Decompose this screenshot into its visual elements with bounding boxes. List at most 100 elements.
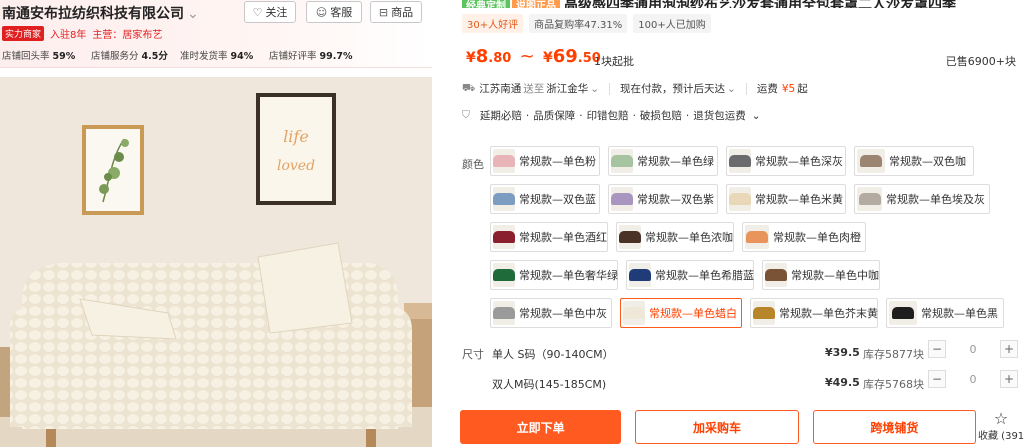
color-option[interactable]: 常规款—单色酒红 [490,222,608,252]
service-item: 品质保障 [533,110,576,122]
cross-border-button[interactable]: 跨境铺货 [812,410,976,444]
title-text: 高级感四季通用泡泡纱布艺沙发套通用全包套罩二人沙发罩四季 [564,0,956,8]
color-option-label: 常规款—单色埃及灰 [886,193,985,206]
quantity-value[interactable]: 0 [946,343,1000,356]
quantity-value[interactable]: 0 [946,373,1000,386]
tag-reviews: 30+人好评 [462,14,524,33]
color-swatch [493,301,515,325]
chevron-down-icon[interactable]: ⌄ [187,6,199,22]
chevron-down-icon[interactable]: ⌄ [752,110,761,122]
color-option[interactable]: 常规款—单色黑 [886,298,1004,328]
color-option[interactable]: 常规款—单色绿 [608,146,718,176]
add-to-cart-button[interactable]: 加采购车 [635,410,799,444]
color-option-label: 常规款—单色蜡白 [649,307,737,320]
color-option-label: 常规款—单色希腊蓝 [655,269,754,282]
plus-button[interactable]: + [1000,340,1018,358]
size-name: 单人 S码（90-140CM） [492,348,614,361]
quantity-stepper[interactable]: − 0 + [928,370,1018,388]
price-range: ¥8.80 ~ ¥69.50 [466,46,601,67]
size-stock: 库存5768块 [863,378,924,391]
customer-service-button[interactable]: ☺ 客服 [306,1,362,23]
products-label: 商品 [391,6,414,19]
color-swatch [729,187,751,211]
size-price: ¥39.5 [825,346,860,359]
svg-text:life: life [283,127,309,146]
tag-repurchase: 商品复购率47.31% [529,14,628,33]
chevron-down-icon[interactable]: ⌄ [727,83,736,95]
shop-name-text[interactable]: 南通安布拉纺织科技有限公司 [2,6,184,22]
size-row: 双人M码(145-185CM) ¥49.5 库存5768块 − 0 + [460,370,1020,398]
stat-ontime: 准时发货率 94% [180,51,254,62]
color-swatch [623,301,645,325]
stat-repurchase: 店铺回头率 59% [2,51,76,62]
store-icon: ⊟ [378,5,389,19]
color-swatch [493,149,515,173]
color-option-label: 常规款—单色绿 [637,155,714,168]
favorite-count: 收藏 (391 [978,431,1024,442]
color-option[interactable]: 常规款—双色蓝 [490,184,600,214]
sofa-shape [10,242,412,447]
size-stock: 库存5877块 [863,348,924,361]
color-option[interactable]: 常规款—单色奢华绿 [490,260,618,290]
delivery-estimate[interactable]: 现在付款，预计后天达 [620,81,725,96]
svg-text:loved: loved [277,158,315,174]
color-option-label: 常规款—单色黑 [921,307,998,320]
service-row[interactable]: ⛉ 延期必赔 · 品质保障 · 印错包赔 · 破损包赔 · 退货包运费 ⌄ [462,108,761,123]
color-option-label: 常规款—单色酒红 [519,231,607,244]
color-option-label: 常规款—双色紫 [637,193,714,206]
color-option-label: 常规款—单色中灰 [519,307,607,320]
service-item: 退货包运费 [693,110,746,122]
shop-stats: 店铺回头率 59% 店铺服务分 4.5分 准时发货率 94% 店铺好评率 99.7% [2,48,358,62]
products-button[interactable]: ⊟ 商品 [370,1,422,23]
color-option[interactable]: 常规款—单色希腊蓝 [626,260,754,290]
service-item: 印错包赔 [586,110,629,122]
product-image[interactable]: life loved [0,77,432,447]
price-row: ¥8.80 ~ ¥69.50 1块起批 已售6900+块 [462,44,1022,74]
chevron-down-icon[interactable]: ⌄ [590,83,599,95]
color-swatch [619,225,641,249]
heart-icon: ♡ [252,5,263,19]
color-option[interactable]: 常规款—单色中咖 [762,260,880,290]
quantity-stepper[interactable]: − 0 + [928,340,1018,358]
freight-label: 运费 [756,83,778,95]
shop-badges: 实力商家 入驻8年 主营：居家布艺 [2,26,162,41]
minus-button[interactable]: − [928,340,946,358]
product-tags: 30+人好评 商品复购率47.31% 100+人已加购 [462,14,711,33]
ship-to-word: 送至 [523,83,545,95]
freight-suffix: 起 [797,83,808,95]
ship-to-address[interactable]: 浙江金华 [546,81,588,96]
color-option-label: 常规款—双色蓝 [519,193,596,206]
color-option[interactable]: 常规款—双色紫 [608,184,718,214]
shipping-row: ⛟ 江苏南通 送至 浙江金华 ⌄ 现在付款，预计后天达 ⌄ 运费 ¥5 起 [462,81,808,96]
color-option-label: 常规款—单色奢华绿 [519,269,618,282]
color-option[interactable]: 常规款—单色中灰 [490,298,612,328]
color-option[interactable]: 常规款—单色芥末黄 [750,298,878,328]
color-option[interactable]: 常规款—单色浓咖 [616,222,734,252]
favorite-button[interactable]: ☆ 收藏 (391 [978,409,1024,443]
color-swatch [753,301,775,325]
color-option[interactable]: 常规款—单色肉橙 [742,222,866,252]
color-option[interactable]: 常规款—单色深灰 [726,146,846,176]
star-icon: ☆ [993,409,1009,428]
color-option-label: 常规款—双色咖 [889,155,966,168]
plus-button[interactable]: + [1000,370,1018,388]
color-option[interactable]: 常规款—单色粉 [490,146,600,176]
color-swatch [493,263,515,287]
color-swatch [493,225,515,249]
color-swatch [745,225,769,249]
color-option-label: 常规款—单色米黄 [755,193,843,206]
color-swatch [857,149,885,173]
min-order: 1块起批 [594,55,634,68]
color-option[interactable]: 常规款—单色米黄 [726,184,846,214]
minus-button[interactable]: − [928,370,946,388]
shop-name[interactable]: 南通安布拉纺织科技有限公司 ⌄ [2,3,199,23]
color-option[interactable]: 常规款—单色埃及灰 [854,184,990,214]
main-category: 主营：居家布艺 [92,30,163,41]
color-option-label: 常规款—单色芥末黄 [779,307,878,320]
color-option[interactable]: 常规款—单色蜡白 [620,298,742,328]
size-row: 单人 S码（90-140CM） ¥39.5 库存5877块 − 0 + [460,340,1020,368]
sold-count: 已售6900+块 [945,55,1016,68]
color-option[interactable]: 常规款—双色咖 [854,146,974,176]
follow-button[interactable]: ♡ 关注 [244,1,296,23]
buy-now-button[interactable]: 立即下单 [460,410,622,444]
